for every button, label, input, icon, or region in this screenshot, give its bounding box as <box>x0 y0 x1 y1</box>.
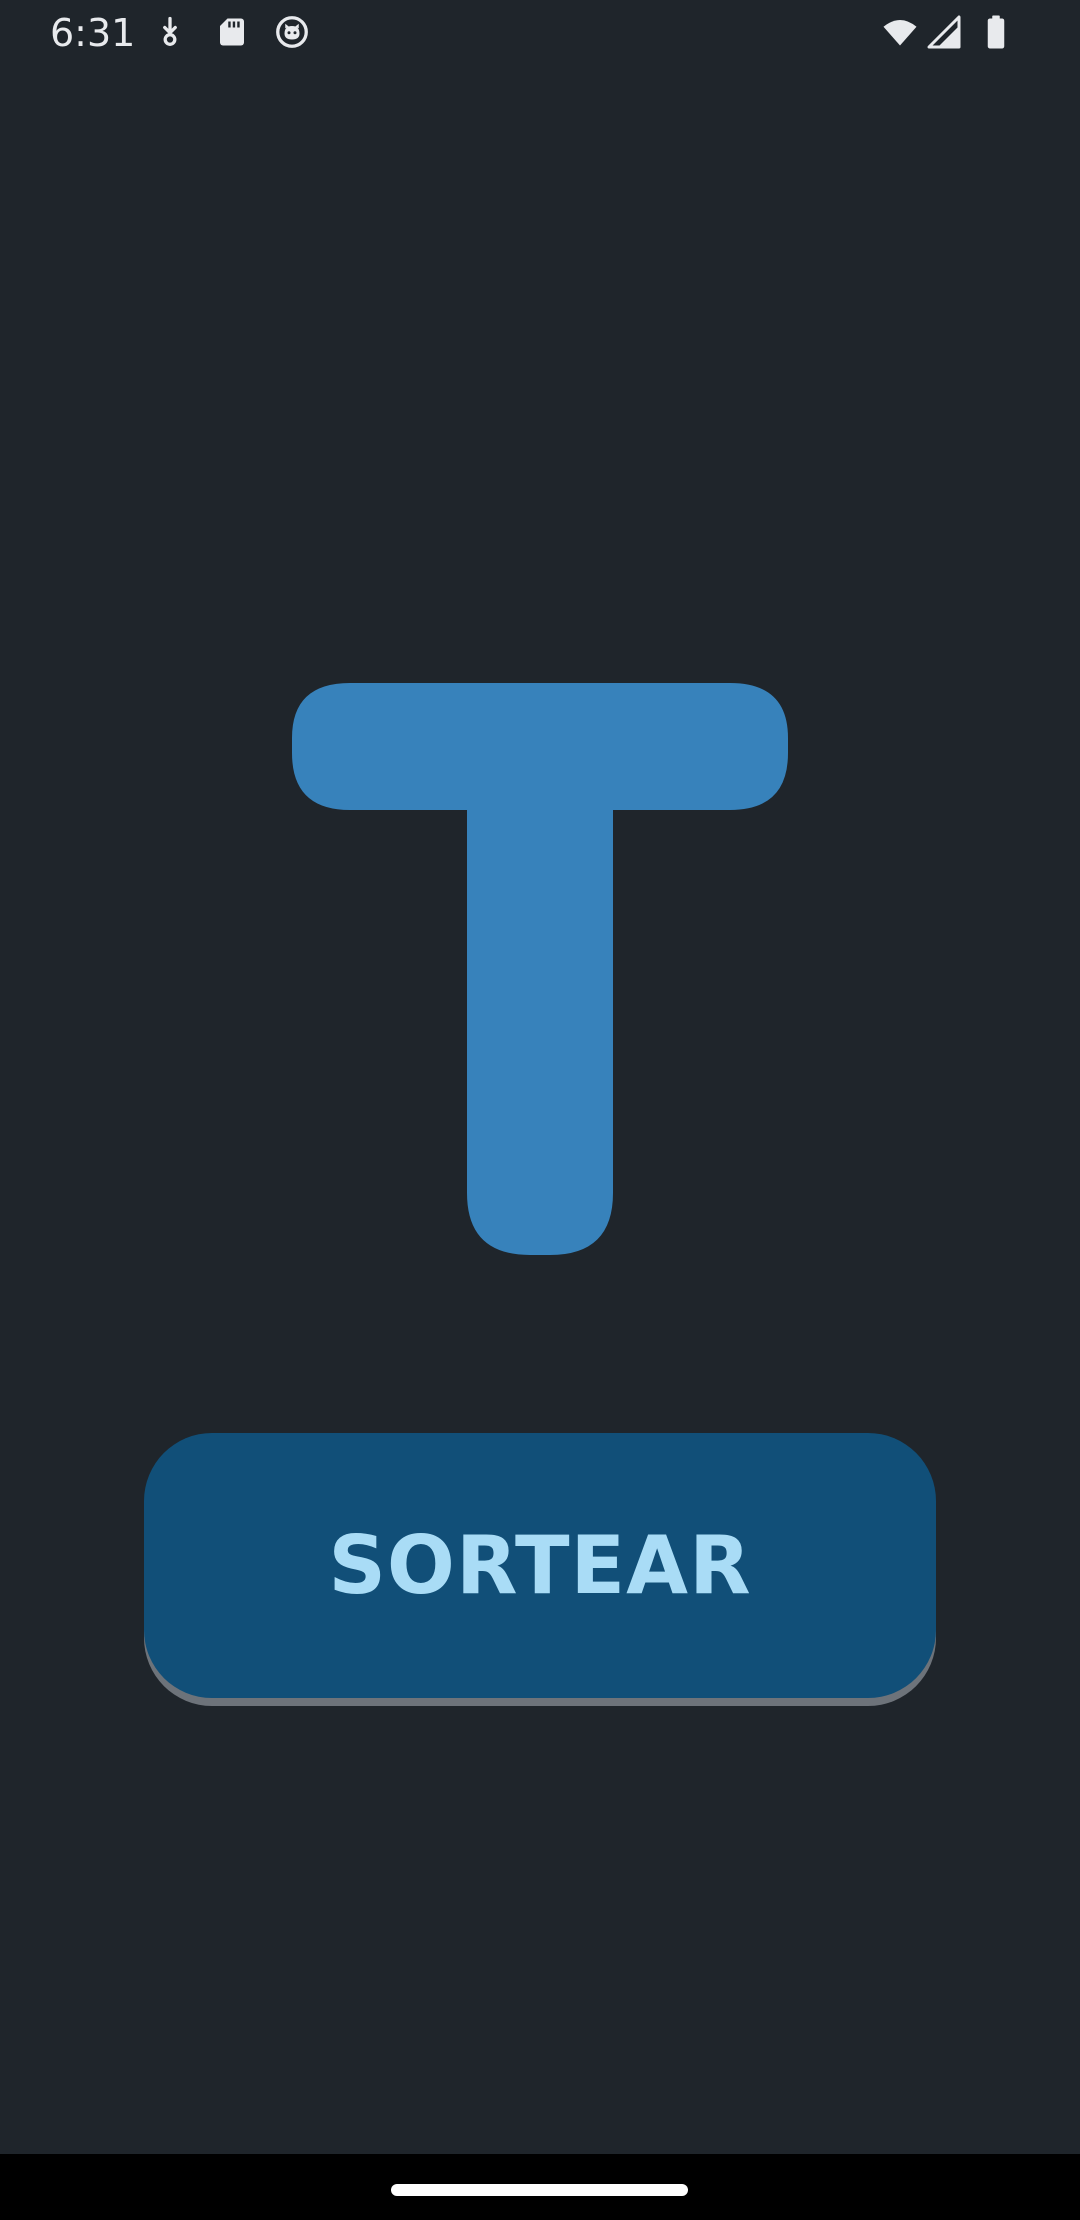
status-time: 6:31 <box>50 11 136 55</box>
drawn-letter: T <box>290 683 790 1255</box>
wifi-icon <box>882 14 918 50</box>
draw-button-container: SORTEAR <box>144 1433 936 1706</box>
download-icon <box>152 14 188 50</box>
battery-icon <box>978 14 1014 50</box>
sd-card-icon <box>214 14 250 50</box>
navigation-bar <box>0 2154 1080 2220</box>
app-screen: 6:31 SORTEAR <box>0 0 1080 2220</box>
cat-face-icon <box>274 14 310 50</box>
draw-button-label: SORTEAR <box>328 1518 752 1612</box>
status-bar: 6:31 <box>0 0 1080 66</box>
draw-letter-button[interactable]: SORTEAR <box>144 1433 936 1698</box>
home-gesture-handle[interactable] <box>391 2184 688 2196</box>
letter-t-glyph <box>292 683 788 1255</box>
signal-icon <box>926 14 962 50</box>
